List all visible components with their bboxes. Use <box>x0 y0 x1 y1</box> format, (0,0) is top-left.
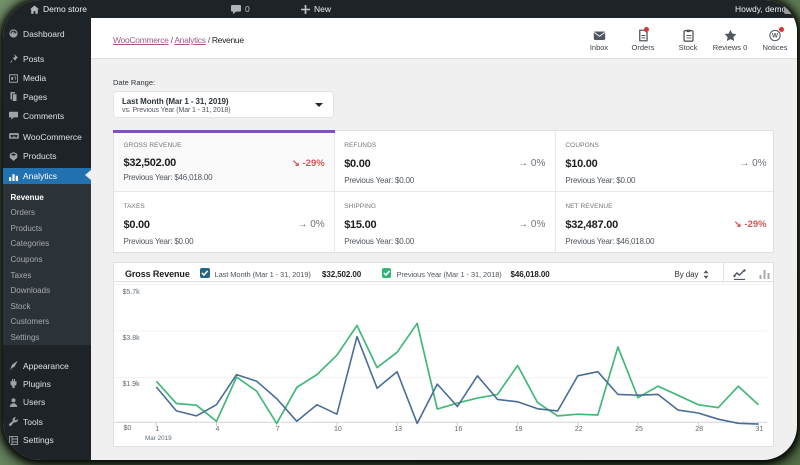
svg-text:W: W <box>772 33 778 40</box>
